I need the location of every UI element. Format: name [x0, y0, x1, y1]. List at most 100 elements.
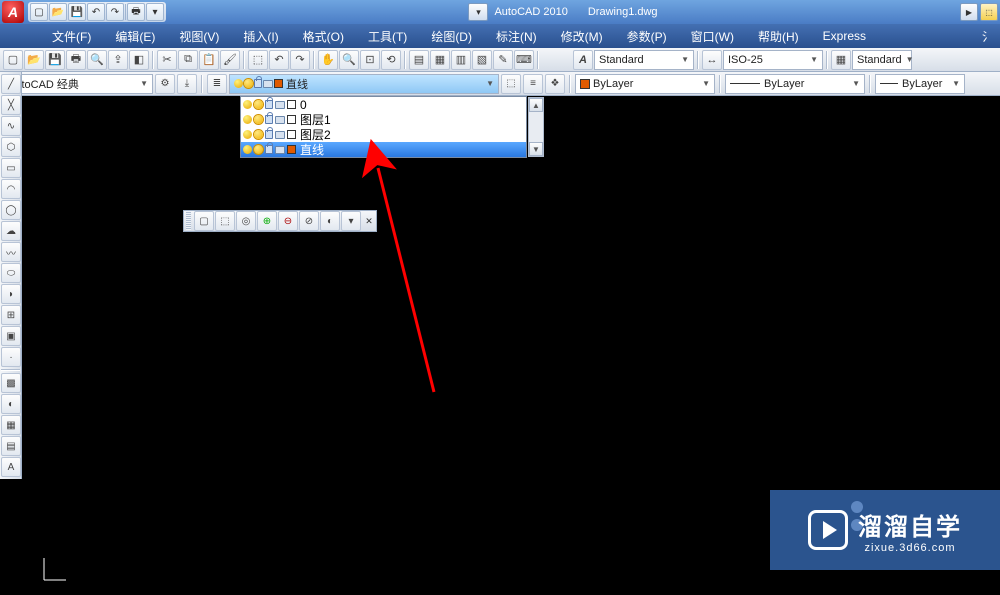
xline-icon[interactable]: ╳	[1, 95, 21, 115]
app-icon[interactable]: A	[2, 1, 24, 23]
menu-draw[interactable]: 绘图(D)	[419, 25, 484, 48]
dimstyle-combo[interactable]: ISO-25▼	[723, 50, 823, 70]
ellipse-icon[interactable]: ⬭	[1, 263, 21, 283]
viewport-toolbar[interactable]: ▢ ⬚ ◎ ⊕ ⊖ ⊘ ◐ ▾ ✕	[183, 210, 377, 232]
insert-icon[interactable]: ⊞	[1, 305, 21, 325]
std-zoomrt-icon[interactable]: 🔍	[339, 50, 359, 70]
title-help-icon[interactable]: ⬚	[980, 3, 998, 21]
dimstyle-icon[interactable]: ↔	[702, 50, 722, 70]
color-combo[interactable]: ByLayer▼	[575, 74, 715, 94]
menu-param[interactable]: 参数(P)	[615, 25, 679, 48]
workspace-settings-icon[interactable]: ⚙	[155, 74, 175, 94]
layer-color-icon[interactable]	[287, 100, 296, 109]
std-open-icon[interactable]: 📂	[24, 50, 44, 70]
qat-undo-icon[interactable]: ↶	[87, 3, 105, 21]
textstyle-icon[interactable]: A	[573, 50, 593, 70]
gradient-icon[interactable]: ◐	[1, 394, 21, 414]
layer-color-icon[interactable]	[287, 145, 296, 154]
lock-icon[interactable]	[265, 100, 273, 109]
lock-icon[interactable]	[265, 115, 273, 124]
ellipsearc-icon[interactable]: ◗	[1, 284, 21, 304]
std-save-icon[interactable]: 💾	[45, 50, 65, 70]
menu-format[interactable]: 格式(O)	[291, 25, 356, 48]
arc-icon[interactable]: ◠	[1, 179, 21, 199]
layer-prev-icon[interactable]: ⬚	[501, 74, 521, 94]
sun-icon[interactable]	[254, 100, 263, 109]
bulb-icon[interactable]	[243, 100, 252, 109]
circle-icon[interactable]: ◯	[1, 200, 21, 220]
std-publish-icon[interactable]: ⇪	[108, 50, 128, 70]
std-preview-icon[interactable]: 🔍	[87, 50, 107, 70]
print-icon[interactable]	[275, 131, 285, 139]
sun-icon[interactable]	[254, 115, 263, 124]
lock-icon[interactable]	[265, 145, 273, 154]
qat-save-icon[interactable]: 💾	[68, 3, 86, 21]
vp-join-icon[interactable]: ⊕	[257, 211, 277, 231]
bulb-icon[interactable]	[243, 130, 252, 139]
layer-iso-icon[interactable]: ❖	[545, 74, 565, 94]
toolbar-grip[interactable]	[186, 212, 191, 230]
lock-icon[interactable]	[265, 130, 273, 139]
menu-modify[interactable]: 修改(M)	[549, 25, 615, 48]
layer-color-icon[interactable]	[287, 115, 296, 124]
std-match-icon[interactable]: 🖌	[220, 50, 240, 70]
layer-state-icon[interactable]: ≡	[523, 74, 543, 94]
layer-dropdown-list[interactable]: 0 图层1 图层2 直线 ▲ ▼	[240, 96, 527, 158]
qat-print-icon[interactable]: 🖶	[127, 3, 145, 21]
std-redo-icon[interactable]: ↷	[290, 50, 310, 70]
pline-icon[interactable]: ∿	[1, 116, 21, 136]
textstyle-combo[interactable]: Standard▼	[594, 50, 694, 70]
std-cut-icon[interactable]: ✂	[157, 50, 177, 70]
toolbar-close-icon[interactable]: ✕	[364, 216, 374, 226]
qat-open-icon[interactable]: 📂	[49, 3, 67, 21]
vp-single-icon[interactable]: ▢	[194, 211, 214, 231]
layer-row-3[interactable]: 直线	[241, 142, 526, 157]
std-copy-icon[interactable]: ⧉	[178, 50, 198, 70]
std-zoomprev-icon[interactable]: ⟲	[381, 50, 401, 70]
spline-icon[interactable]: 〰	[1, 242, 21, 262]
sun-icon[interactable]	[254, 145, 263, 154]
std-ssm-icon[interactable]: ▧	[472, 50, 492, 70]
region-icon[interactable]: ▦	[1, 415, 21, 435]
block-icon[interactable]: ▣	[1, 326, 21, 346]
vp-poly-icon[interactable]: ⬚	[215, 211, 235, 231]
scroll-down-icon[interactable]: ▼	[529, 142, 543, 156]
menu-help[interactable]: 帮助(H)	[746, 25, 811, 48]
vp-dialog-icon[interactable]: ▾	[341, 211, 361, 231]
std-new-icon[interactable]: ▢	[3, 50, 23, 70]
layer-row-1[interactable]: 图层1	[241, 112, 526, 127]
menu-file[interactable]: 文件(F)	[40, 25, 103, 48]
std-dc-icon[interactable]: ▦	[430, 50, 450, 70]
vp-clip-icon[interactable]: ⊖	[278, 211, 298, 231]
tablestyle-combo[interactable]: Standard▼	[852, 50, 912, 70]
lineweight-combo[interactable]: ByLayer▼	[875, 74, 965, 94]
std-3ddwf-icon[interactable]: ◧	[129, 50, 149, 70]
layer-row-2[interactable]: 图层2	[241, 127, 526, 142]
title-search-icon[interactable]: ▶	[960, 3, 978, 21]
std-zoomwin-icon[interactable]: ⊡	[360, 50, 380, 70]
std-blockedit-icon[interactable]: ⬚	[248, 50, 268, 70]
linetype-combo[interactable]: ByLayer▼	[725, 74, 865, 94]
qat-new-icon[interactable]: ▢	[30, 3, 48, 21]
print-icon[interactable]	[275, 116, 285, 124]
scroll-up-icon[interactable]: ▲	[529, 98, 543, 112]
layer-color-icon[interactable]	[287, 130, 296, 139]
sun-icon[interactable]	[254, 130, 263, 139]
point-icon[interactable]: ·	[1, 347, 21, 367]
polygon-icon[interactable]: ⬡	[1, 137, 21, 157]
menu-dim[interactable]: 标注(N)	[484, 25, 549, 48]
menu-edit[interactable]: 编辑(E)	[103, 25, 167, 48]
menu-window[interactable]: 窗口(W)	[679, 25, 746, 48]
vp-object-icon[interactable]: ◎	[236, 211, 256, 231]
layer-row-0[interactable]: 0	[241, 97, 526, 112]
workspace-save-icon[interactable]: ⤓	[177, 74, 197, 94]
std-tp-icon[interactable]: ▥	[451, 50, 471, 70]
menu-overflow[interactable]: 氵	[976, 25, 1000, 48]
qat-dropdown-icon[interactable]: ▾	[146, 3, 164, 21]
workspace-combo[interactable]: AutoCAD 经典▼	[3, 74, 153, 94]
std-print-icon[interactable]: 🖶	[66, 50, 86, 70]
menu-tools[interactable]: 工具(T)	[356, 25, 419, 48]
vp-lock-icon[interactable]: ◐	[320, 211, 340, 231]
layer-combo[interactable]: 直线 ▼	[229, 74, 499, 94]
line-icon[interactable]: ╱	[1, 74, 21, 94]
